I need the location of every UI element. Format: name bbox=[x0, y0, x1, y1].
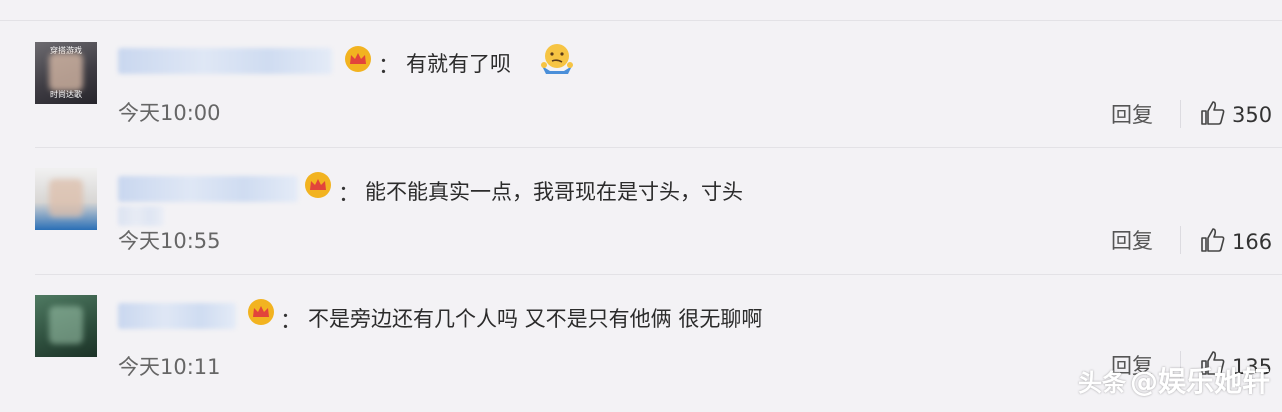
username-blurred[interactable] bbox=[118, 176, 298, 202]
like-count: 350 bbox=[1232, 103, 1273, 127]
watermark-logo: 头条 bbox=[1077, 369, 1126, 397]
comment-time: 今天10:55 bbox=[118, 229, 221, 253]
username-blurred[interactable] bbox=[118, 48, 332, 74]
comment-text: 有就有了呗 bbox=[406, 52, 511, 76]
colon-separator: ： bbox=[280, 309, 303, 334]
comment-item: 穿搭游戏 时尚达歌 ： 有就有了呗 今天10:00 回复 350 bbox=[0, 20, 1282, 148]
action-separator bbox=[1180, 226, 1181, 254]
avatar[interactable]: 穿搭游戏 时尚达歌 bbox=[35, 42, 97, 104]
comment-item: ： 能不能真实一点，我哥现在是寸头，寸头 今天10:55 回复 166 bbox=[0, 148, 1282, 276]
action-separator bbox=[1180, 100, 1181, 128]
comment-text: 不是旁边还有几个人吗 又不是只有他俩 很无聊啊 bbox=[308, 307, 763, 331]
crown-badge-icon bbox=[305, 172, 331, 198]
comment-text: 能不能真实一点，我哥现在是寸头，寸头 bbox=[365, 180, 743, 204]
like-count: 166 bbox=[1232, 230, 1273, 254]
reply-button[interactable]: 回复 bbox=[1111, 99, 1153, 129]
colon-separator: ： bbox=[338, 182, 361, 207]
avatar-caption-bottom: 时尚达歌 bbox=[50, 90, 82, 99]
watermark-handle: @娱乐她轩 bbox=[1129, 365, 1270, 398]
avatar-face bbox=[49, 53, 83, 91]
comment-time: 今天10:00 bbox=[118, 101, 221, 125]
avatar-face bbox=[49, 179, 83, 217]
avatar[interactable] bbox=[35, 295, 97, 357]
thumbs-up-icon[interactable] bbox=[1199, 99, 1227, 127]
crown-badge-icon bbox=[248, 299, 274, 325]
shrug-face-icon bbox=[541, 44, 573, 74]
colon-separator: ： bbox=[378, 54, 401, 79]
reply-button[interactable]: 回复 bbox=[1111, 225, 1153, 255]
username-blurred[interactable] bbox=[118, 303, 236, 329]
blur-overlay bbox=[118, 206, 164, 226]
crown-badge-icon bbox=[345, 46, 371, 72]
thumbs-up-icon[interactable] bbox=[1199, 226, 1227, 254]
avatar-face bbox=[49, 306, 83, 344]
comment-time: 今天10:11 bbox=[118, 355, 221, 379]
watermark: 头条 @娱乐她轩 bbox=[1078, 360, 1270, 400]
avatar[interactable] bbox=[35, 168, 97, 230]
